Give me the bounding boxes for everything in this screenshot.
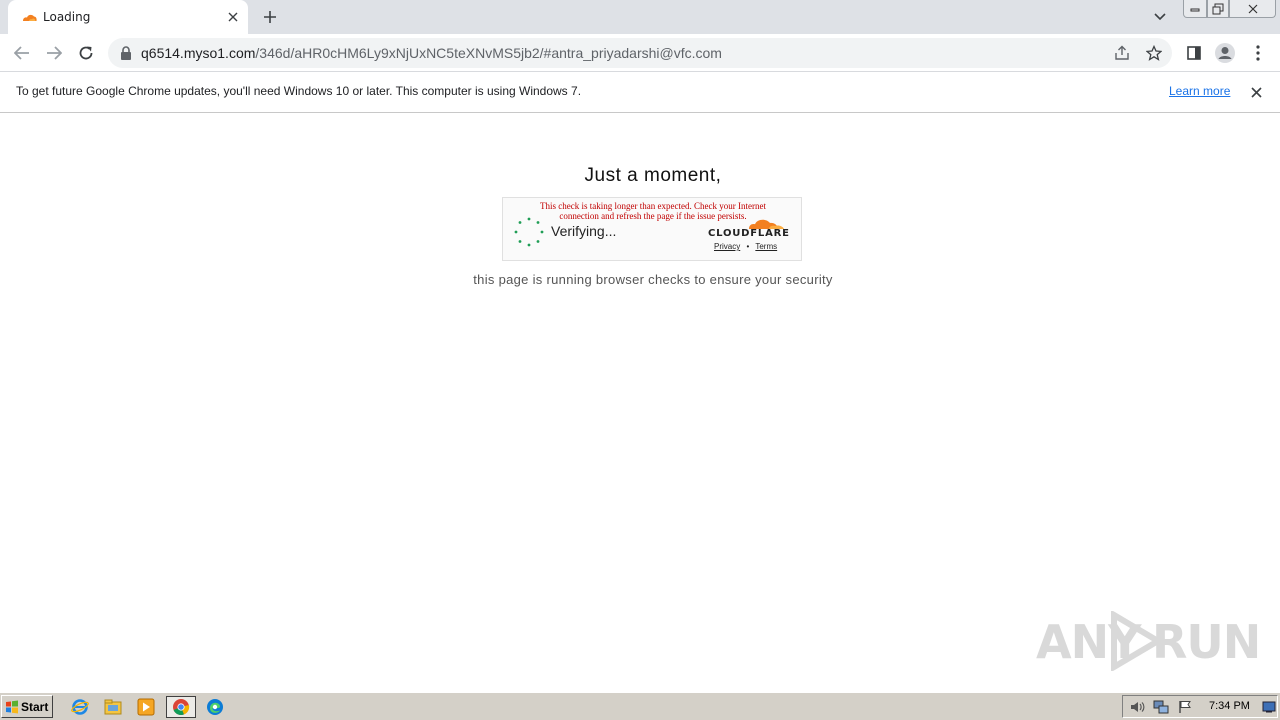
url-text[interactable]: q6514.myso1.com/346d/aHR0cHM6Ly9xNjUxNC5…: [141, 45, 722, 61]
system-tray: 7:34 PM: [1122, 695, 1278, 718]
media-player-icon[interactable]: [134, 696, 158, 718]
browser-toolbar: q6514.myso1.com/346d/aHR0cHM6Ly9xNjUxNC5…: [0, 34, 1280, 72]
volume-icon[interactable]: [1129, 699, 1145, 715]
taskbar-clock[interactable]: 7:34 PM: [1209, 700, 1250, 712]
forward-arrow-icon[interactable]: [41, 40, 67, 66]
back-arrow-icon[interactable]: [9, 40, 35, 66]
url-host: q6514.myso1.com: [141, 45, 256, 61]
watermark-right: RUN: [1152, 615, 1261, 669]
tab-active[interactable]: Loading: [8, 0, 248, 34]
minimize-icon[interactable]: [1183, 0, 1207, 18]
new-tab-icon[interactable]: [260, 7, 280, 27]
infobar-message: To get future Google Chrome updates, you…: [16, 84, 582, 98]
link-separator: •: [746, 242, 750, 251]
anyrun-watermark: ANY RUN: [1036, 609, 1261, 673]
kebab-menu-icon[interactable]: [1247, 42, 1269, 64]
profile-avatar-icon[interactable]: [1214, 42, 1236, 64]
tab-search-chevron-icon[interactable]: [1150, 8, 1170, 26]
lock-icon[interactable]: [120, 46, 132, 60]
show-desktop-icon[interactable]: [1261, 699, 1277, 715]
window-close-icon[interactable]: [1229, 0, 1276, 18]
address-bar[interactable]: q6514.myso1.com/346d/aHR0cHM6Ly9xNjUxNC5…: [108, 38, 1172, 68]
update-infobar: To get future Google Chrome updates, you…: [0, 72, 1280, 113]
start-button[interactable]: Start: [1, 695, 53, 718]
cloudflare-brand: CLOUDFLARE: [708, 228, 790, 239]
terms-link[interactable]: Terms: [755, 242, 777, 251]
side-panel-icon[interactable]: [1183, 42, 1205, 64]
widget-links: Privacy • Terms: [714, 242, 777, 251]
chrome-icon[interactable]: [166, 696, 196, 718]
page-content: Just a moment, This check is taking long…: [0, 113, 1280, 692]
bookmark-star-icon[interactable]: [1145, 44, 1163, 62]
cloudflare-favicon-icon: [23, 14, 37, 21]
share-icon[interactable]: [1113, 44, 1131, 62]
windows-flag-icon: [6, 700, 18, 714]
page-subtitle: this page is running browser checks to e…: [473, 272, 833, 287]
screen: Loading q6514.myso1.com/346d/aHR0cHM6Ly9…: [0, 0, 1280, 720]
tab-strip: Loading: [0, 0, 1280, 34]
tab-close-icon[interactable]: [225, 9, 241, 25]
window-controls: [1183, 0, 1280, 18]
windows-taskbar: Start 7:34 PM: [0, 692, 1280, 720]
edge-icon[interactable]: [203, 696, 227, 718]
network-icon[interactable]: [1153, 699, 1169, 715]
page-heading: Just a moment,: [584, 165, 722, 186]
spinner-icon: [514, 217, 544, 247]
ie-icon[interactable]: [68, 696, 92, 718]
cloudflare-challenge-widget: This check is taking longer than expecte…: [502, 197, 802, 261]
action-center-flag-icon[interactable]: [1177, 699, 1193, 715]
verifying-status: Verifying...: [551, 223, 617, 239]
warning-line-1: This check is taking longer than expecte…: [540, 201, 766, 211]
learn-more-link[interactable]: Learn more: [1169, 84, 1230, 98]
tab-title: Loading: [43, 10, 91, 24]
infobar-close-icon[interactable]: [1248, 84, 1264, 100]
url-path: /346d/aHR0cHM6Ly9xNjUxNC5teXNvMS5jb2/#an…: [255, 45, 722, 61]
privacy-link[interactable]: Privacy: [714, 242, 740, 251]
restore-icon[interactable]: [1207, 0, 1229, 18]
reload-icon[interactable]: [73, 40, 99, 66]
explorer-icon[interactable]: [101, 696, 125, 718]
start-label: Start: [21, 700, 49, 714]
